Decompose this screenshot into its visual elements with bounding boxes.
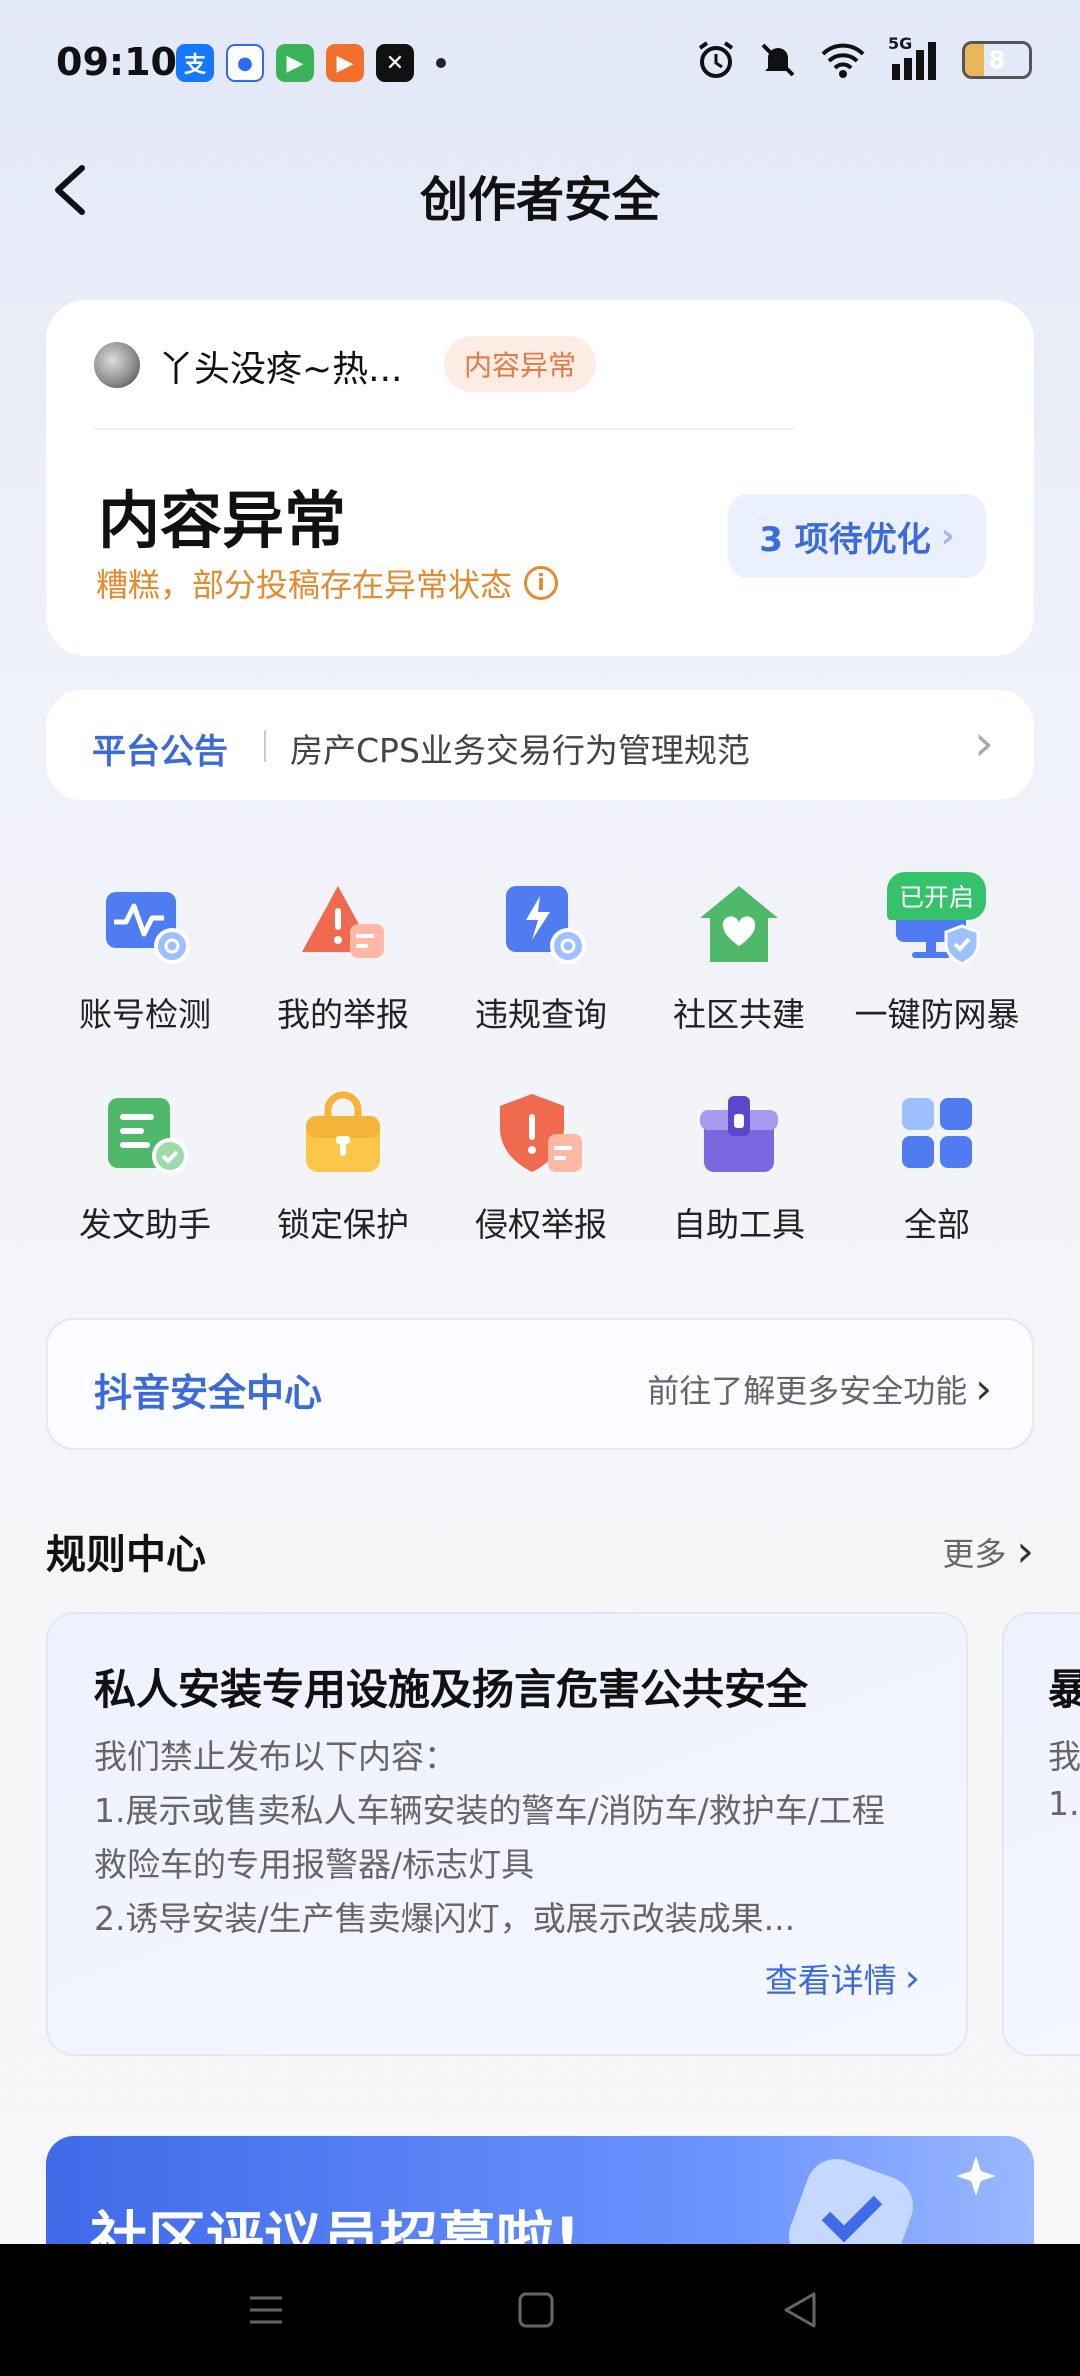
mute-icon <box>761 43 795 77</box>
rule-line: 救险车的专用报警器/标志灯具 <box>94 1845 535 1884</box>
sparkle-icon <box>956 2156 996 2196</box>
video-app-icon: ▶ <box>276 44 314 82</box>
tool-label: 发文助手 <box>79 1205 211 1244</box>
alipay-icon: 支 <box>176 44 214 82</box>
tool-post-assistant[interactable]: 发文助手 <box>46 1090 244 1246</box>
tool-community[interactable]: 社区共建 <box>640 880 838 1036</box>
page-title: 创作者安全 <box>419 172 660 228</box>
divider <box>94 428 794 430</box>
wifi-icon <box>821 43 865 78</box>
account-status-card[interactable]: 丫头没疼~热... 内容异常 内容异常 糟糕，部分投稿存在异常状态 i 3 项待… <box>46 300 1034 656</box>
tool-label: 侵权举报 <box>475 1205 607 1244</box>
tool-label: 社区共建 <box>673 995 805 1034</box>
network-type: 5G <box>888 34 913 53</box>
security-center-link[interactable]: 前往了解更多安全功能 › <box>647 1364 992 1413</box>
tool-self-service[interactable]: 自助工具 <box>640 1090 838 1246</box>
capcut-icon: ✕ <box>376 44 414 82</box>
info-icon[interactable]: i <box>524 566 559 600</box>
account-check-icon <box>100 880 190 970</box>
more-notifications-dot <box>436 58 446 68</box>
status-description: 糟糕，部分投稿存在异常状态 i <box>96 560 559 606</box>
chevron-right-icon: › <box>1016 1526 1034 1577</box>
tool-lock-protect[interactable]: 锁定保护 <box>244 1090 442 1246</box>
alarm-icon <box>698 41 734 78</box>
banner-text: 社区评议员招募啦! <box>90 2205 581 2246</box>
tool-violation-query[interactable]: 违规查询 <box>442 880 640 1036</box>
tool-label: 账号检测 <box>79 995 211 1034</box>
tool-label: 自助工具 <box>673 1205 805 1244</box>
rules-center-title: 规则中心 <box>46 1532 206 1578</box>
optimize-label: 3 项待优化 <box>759 519 931 560</box>
self-service-icon <box>694 1090 784 1180</box>
system-icons: 5G 8 <box>696 34 1032 80</box>
status-description-text: 糟糕，部分投稿存在异常状态 <box>96 566 513 604</box>
post-assistant-icon <box>100 1090 190 1180</box>
tool-infringement-report[interactable]: 侵权举报 <box>442 1090 640 1246</box>
rules-more-link[interactable]: 更多 › <box>942 1526 1034 1577</box>
system-navigation-bar <box>0 2244 1080 2376</box>
tool-label: 一键防网暴 <box>854 995 1020 1034</box>
rule-line: 1. <box>1048 1784 1080 1823</box>
status-badge: 内容异常 <box>444 336 597 392</box>
username: 丫头没疼~热... <box>158 349 403 390</box>
recruit-banner[interactable]: 社区评议员招募啦! <box>46 2136 1034 2246</box>
security-center-card[interactable]: 抖音安全中心 前往了解更多安全功能 › <box>46 1318 1034 1450</box>
rule-line: 我们禁止发布以下内容： <box>94 1737 457 1776</box>
video-app2-icon: ▶ <box>326 44 364 82</box>
view-details-link[interactable]: 查看详情 › <box>765 1954 920 2002</box>
avatar[interactable] <box>94 342 140 388</box>
home-icon[interactable] <box>516 2290 556 2330</box>
signal-icon: 5G <box>888 34 940 80</box>
optimize-button[interactable]: 3 项待优化 › <box>728 494 986 578</box>
status-title: 内容异常 <box>98 484 347 557</box>
rule-card[interactable]: 私人安装专用设施及扬言危害公共安全 我们禁止发布以下内容： 1.展示或售卖私人车… <box>46 1612 968 2056</box>
infringement-report-icon <box>496 1090 586 1180</box>
baidu-icon: ● <box>226 44 264 82</box>
rule-line: 1.展示或售卖私人车辆安装的警车/消防车/救护车/工程 <box>94 1791 885 1830</box>
battery-icon: 8 <box>962 41 1032 79</box>
rule-heading: 暴 <box>1048 1656 1080 1717</box>
chevron-right-icon: › <box>940 516 955 556</box>
rule-line: 我 <box>1048 1737 1080 1776</box>
rule-heading: 私人安装专用设施及扬言危害公共安全 <box>94 1665 809 1714</box>
tool-all[interactable]: 全部 <box>838 1090 1036 1246</box>
anti-bullying-icon: 已开启 <box>886 872 986 970</box>
lock-protect-icon <box>298 1090 388 1180</box>
violation-query-icon <box>496 880 586 970</box>
tool-account-check[interactable]: 账号检测 <box>46 880 244 1036</box>
rule-card-next[interactable]: 暴 我 1. <box>1002 1612 1080 2056</box>
my-report-icon <box>298 880 388 970</box>
divider <box>264 730 266 762</box>
status-bar: 09:10 支 ● ▶ ▶ ✕ 5G 8 <box>0 0 1080 130</box>
shield-check-icon <box>788 2158 914 2246</box>
chevron-right-icon: › <box>904 1956 920 2000</box>
tool-my-report[interactable]: 我的举报 <box>244 880 442 1036</box>
rule-line: 2.诱导安装/生产售卖爆闪灯，或展示改装成果... <box>94 1899 796 1938</box>
tool-label: 全部 <box>904 1205 970 1244</box>
tool-anti-bullying[interactable]: 已开启 一键防网暴 <box>838 872 1036 1036</box>
security-center-title: 抖音安全中心 <box>94 1371 323 1415</box>
notice-label: 平台公告 <box>92 732 228 772</box>
tool-label: 违规查询 <box>475 995 607 1034</box>
notice-text: 房产CPS业务交易行为管理规范 <box>290 731 750 770</box>
view-details-text: 查看详情 <box>764 1961 897 2000</box>
battery-level: 8 <box>988 46 1006 74</box>
notification-icons: 支 ● ▶ ▶ ✕ <box>176 44 446 82</box>
chevron-right-icon: › <box>974 714 994 772</box>
all-grid-icon <box>892 1090 982 1180</box>
enabled-badge: 已开启 <box>886 872 986 920</box>
tool-label: 我的举报 <box>277 995 409 1034</box>
rules-more-text: 更多 <box>942 1534 1007 1573</box>
chevron-right-icon: › <box>975 1364 992 1413</box>
menu-icon[interactable] <box>246 2290 286 2330</box>
back-icon[interactable] <box>780 2290 820 2330</box>
community-icon <box>694 880 784 970</box>
clock: 09:10 <box>56 40 177 84</box>
platform-notice-bar[interactable]: 平台公告 房产CPS业务交易行为管理规范 › <box>46 690 1034 800</box>
security-center-link-text: 前往了解更多安全功能 <box>647 1371 968 1410</box>
tool-label: 锁定保护 <box>277 1205 409 1244</box>
